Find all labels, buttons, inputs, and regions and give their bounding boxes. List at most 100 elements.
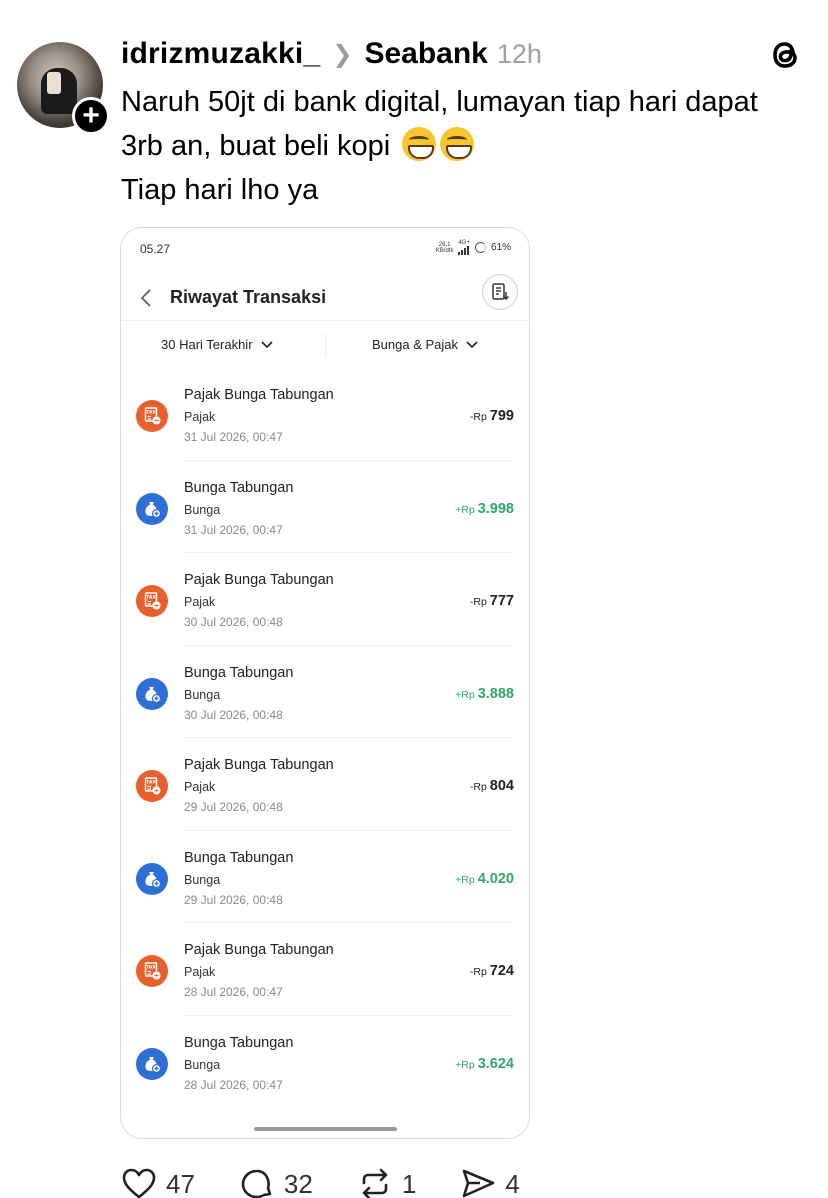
amount-currency: -Rp bbox=[469, 781, 487, 793]
transaction-row[interactable]: TAX Pajak Bunga Tabungan Pajak 28 Jul 2026,… bbox=[121, 923, 529, 1016]
transaction-amount: +Rp 3.624 bbox=[455, 1056, 514, 1072]
transaction-category: Bunga bbox=[184, 872, 221, 887]
transaction-category: Pajak bbox=[184, 780, 216, 794]
filter-divider bbox=[325, 333, 326, 357]
transaction-amount: -Rp 804 bbox=[470, 778, 514, 794]
transaction-name: Pajak Bunga Tabungan bbox=[184, 942, 334, 958]
transaction-amount: +Rp 4.020 bbox=[455, 871, 514, 887]
transaction-row[interactable]: TAX Pajak Bunga Tabungan Pajak 31 Jul 2026,… bbox=[121, 368, 529, 461]
transaction-list: TAX Pajak Bunga Tabungan Pajak 31 Jul 2026,… bbox=[121, 368, 529, 1108]
transaction-amount: -Rp 777 bbox=[470, 593, 514, 609]
transaction-amount: +Rp 3.998 bbox=[455, 501, 514, 517]
transaction-name: Pajak Bunga Tabungan bbox=[184, 757, 334, 773]
status-right: 26,1 KB/dtk 4G+ 61% bbox=[436, 240, 511, 255]
status-time: 05.27 bbox=[140, 242, 171, 256]
tax-icon: TAX bbox=[136, 400, 168, 432]
comment-icon bbox=[241, 1169, 272, 1198]
type-filter-dropdown[interactable]: Bunga & Pajak bbox=[372, 337, 478, 352]
chevron-down-icon bbox=[466, 340, 478, 348]
username[interactable]: idrizmuzakki_ bbox=[121, 37, 320, 71]
download-statement-icon bbox=[492, 283, 510, 301]
attached-screenshot[interactable]: 05.27 26,1 KB/dtk 4G+ 61% Riwayat Transak… bbox=[120, 227, 530, 1139]
money-bag-icon bbox=[136, 492, 168, 525]
money-bag-icon bbox=[136, 862, 168, 895]
transaction-row[interactable]: Bunga Tabungan Bunga 30 Jul 2026, 00:48 +Rp… bbox=[121, 646, 529, 738]
svg-text:TAX: TAX bbox=[146, 410, 156, 416]
transaction-amount: -Rp 724 bbox=[470, 963, 514, 979]
transaction-date: 28 Jul 2026, 00:47 bbox=[184, 1077, 283, 1092]
amount-currency: +Rp bbox=[455, 503, 475, 516]
transaction-category: Bunga bbox=[184, 1057, 221, 1072]
amount-currency: -Rp bbox=[469, 966, 487, 978]
community-name[interactable]: Seabank bbox=[364, 37, 487, 71]
repost-icon bbox=[362, 1168, 388, 1198]
transaction-name: Bunga Tabungan bbox=[184, 849, 294, 866]
transaction-name: Pajak Bunga Tabungan bbox=[184, 572, 334, 588]
filter-bar: 30 Hari Terakhir Bunga & Pajak bbox=[121, 320, 529, 368]
like-button[interactable]: 47 bbox=[121, 1166, 195, 1198]
post-header: idrizmuzakki_ ❯ Seabank 12h bbox=[121, 34, 542, 74]
home-indicator bbox=[254, 1127, 397, 1131]
battery-level: 61% bbox=[490, 242, 511, 253]
tax-icon: TAX bbox=[136, 585, 168, 617]
transaction-category: Pajak bbox=[184, 595, 216, 609]
transaction-row[interactable]: Bunga Tabungan Bunga 29 Jul 2026, 00:48 +Rp… bbox=[121, 831, 529, 923]
money-bag-icon bbox=[136, 677, 168, 710]
transaction-name: Bunga Tabungan bbox=[184, 664, 294, 681]
share-button[interactable]: 4 bbox=[460, 1166, 520, 1198]
transaction-date: 29 Jul 2026, 00:48 bbox=[184, 892, 283, 907]
transaction-category: Pajak bbox=[184, 410, 216, 424]
grinning-emoji-icon bbox=[440, 127, 475, 161]
post-text-line: Naruh 50jt di bank digital, lumayan tiap… bbox=[121, 86, 758, 118]
page-title: Riwayat Transaksi bbox=[170, 287, 327, 307]
network-type: 4G+ bbox=[458, 240, 470, 255]
amount-value: 3.998 bbox=[477, 500, 514, 517]
threads-logo-icon[interactable] bbox=[766, 35, 804, 75]
post-text: Naruh 50jt di bank digital, lumayan tiap… bbox=[121, 80, 811, 212]
reply-count: 32 bbox=[283, 1168, 313, 1198]
transaction-name: Bunga Tabungan bbox=[184, 479, 294, 496]
transaction-date: 28 Jul 2026, 00:47 bbox=[184, 985, 283, 999]
transaction-name: Bunga Tabungan bbox=[184, 1034, 294, 1051]
back-arrow-icon[interactable] bbox=[138, 286, 154, 310]
transaction-date: 31 Jul 2026, 00:47 bbox=[184, 430, 283, 444]
money-bag-icon bbox=[136, 1047, 168, 1080]
download-statement-button[interactable] bbox=[482, 274, 518, 310]
share-count: 4 bbox=[505, 1168, 520, 1198]
repost-button[interactable]: 1 bbox=[357, 1166, 416, 1198]
type-filter-label: Bunga & Pajak bbox=[372, 337, 459, 352]
amount-currency: +Rp bbox=[455, 1058, 475, 1071]
repost-count: 1 bbox=[401, 1168, 417, 1198]
share-icon bbox=[463, 1169, 495, 1198]
transaction-date: 30 Jul 2026, 00:48 bbox=[184, 615, 283, 629]
chevron-down-icon bbox=[260, 340, 273, 348]
grinning-emoji-icon bbox=[402, 127, 437, 161]
svg-text:TAX: TAX bbox=[146, 595, 156, 601]
follow-button[interactable]: + bbox=[72, 97, 110, 135]
reply-button[interactable]: 32 bbox=[239, 1166, 313, 1198]
tax-icon: TAX bbox=[136, 955, 168, 987]
transaction-row[interactable]: TAX Pajak Bunga Tabungan Pajak 29 Jul 2026,… bbox=[121, 738, 529, 831]
transaction-row[interactable]: TAX Pajak Bunga Tabungan Pajak 30 Jul 2026,… bbox=[121, 553, 529, 646]
post-text-segment: 3rb an, buat beli kopi bbox=[121, 130, 391, 162]
post-actions: 47 32 1 4 bbox=[121, 1166, 564, 1198]
svg-text:TAX: TAX bbox=[146, 965, 156, 971]
network-speed: 26,1 KB/dtk bbox=[435, 241, 454, 254]
transaction-category: Bunga bbox=[184, 687, 221, 702]
amount-value: 799 bbox=[489, 408, 514, 424]
app-bar: Riwayat Transaksi bbox=[121, 276, 529, 320]
svg-text:TAX: TAX bbox=[146, 780, 156, 786]
period-filter-dropdown[interactable]: 30 Hari Terakhir bbox=[161, 337, 273, 352]
chevron-right-icon: ❯ bbox=[332, 40, 353, 68]
amount-currency: +Rp bbox=[455, 688, 475, 701]
post-text-line: Tiap hari lho ya bbox=[121, 174, 319, 206]
tax-icon: TAX bbox=[136, 770, 168, 802]
transaction-row[interactable]: Bunga Tabungan Bunga 31 Jul 2026, 00:47 +Rp… bbox=[121, 461, 529, 553]
avatar-phone bbox=[47, 72, 61, 94]
transaction-category: Pajak bbox=[184, 965, 216, 979]
period-filter-label: 30 Hari Terakhir bbox=[161, 337, 253, 352]
transaction-row[interactable]: Bunga Tabungan Bunga 28 Jul 2026, 00:47 +Rp… bbox=[121, 1016, 529, 1109]
amount-value: 3.624 bbox=[477, 1055, 514, 1072]
transaction-category: Bunga bbox=[184, 502, 221, 517]
transaction-date: 29 Jul 2026, 00:48 bbox=[184, 800, 283, 814]
